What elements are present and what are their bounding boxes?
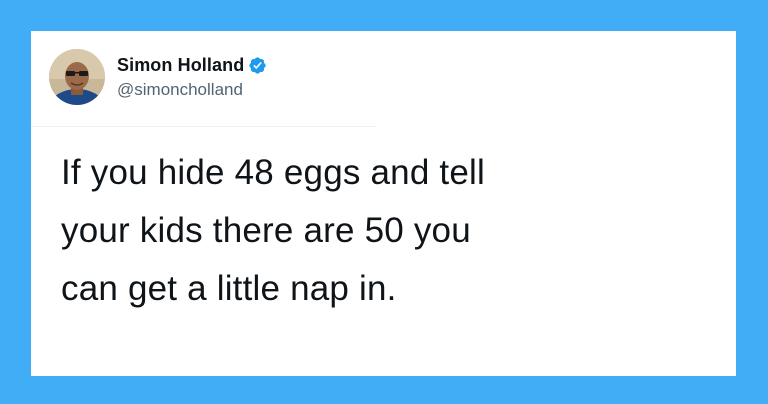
display-name[interactable]: Simon Holland — [117, 55, 244, 76]
tweet-card: Simon Holland @simoncholland If you hide… — [31, 31, 736, 376]
header-divider — [31, 126, 376, 127]
tweet-header: Simon Holland @simoncholland — [49, 45, 267, 109]
tweet-text-line: If you hide 48 eggs and tell — [61, 153, 485, 192]
user-handle[interactable]: @simoncholland — [117, 80, 267, 100]
avatar[interactable] — [49, 49, 105, 105]
verified-badge-icon — [248, 56, 267, 75]
tweet-text: If you hide 48 eggs and tell your kids t… — [61, 144, 721, 318]
user-names: Simon Holland @simoncholland — [117, 55, 267, 100]
tweet-text-line: can get a little nap in. — [61, 269, 397, 308]
tweet-text-line: your kids there are 50 you — [61, 211, 471, 250]
name-row: Simon Holland — [117, 55, 267, 76]
avatar-image — [49, 49, 105, 105]
